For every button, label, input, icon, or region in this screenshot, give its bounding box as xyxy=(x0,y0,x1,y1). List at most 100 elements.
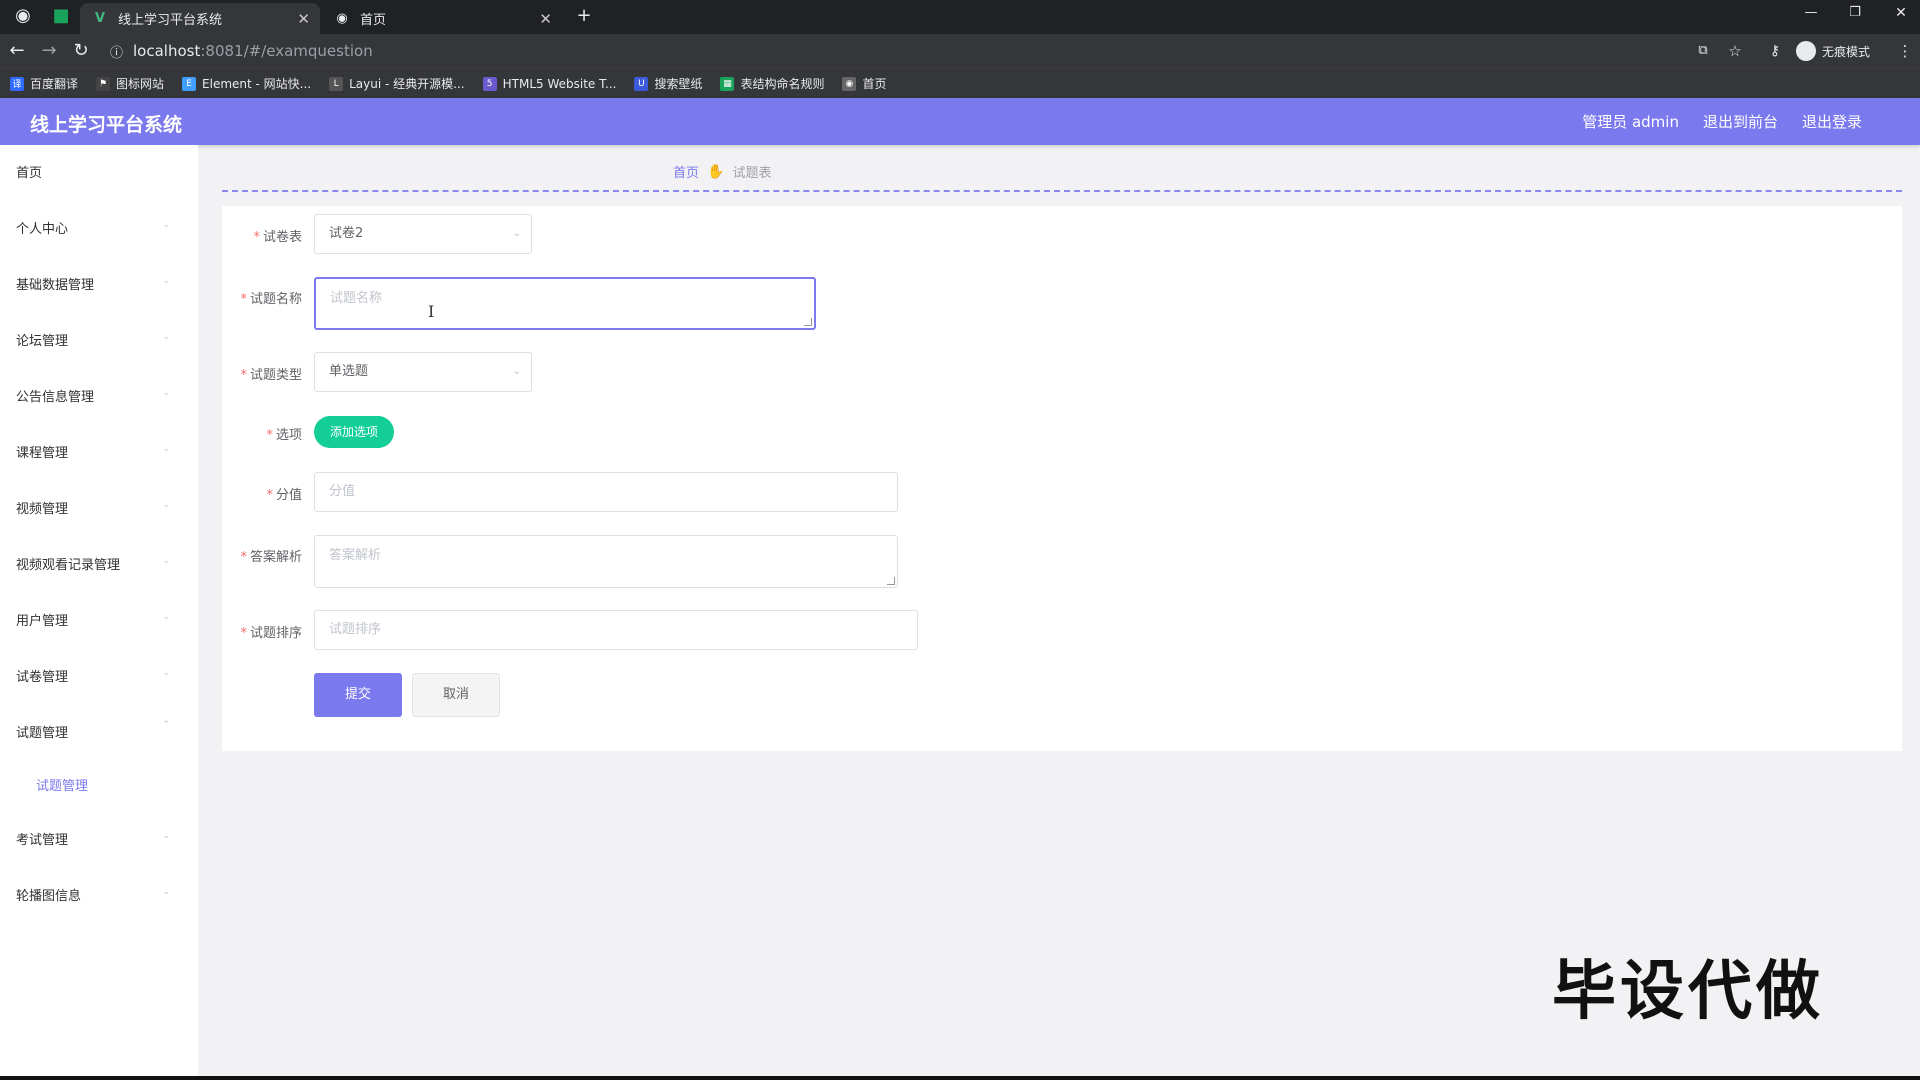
order-placeholder: 试题排序 xyxy=(329,622,382,637)
score-input[interactable]: 分值 xyxy=(314,472,898,512)
restore-icon[interactable]: ❐ xyxy=(1844,2,1866,24)
sidebar-item-paper[interactable]: 试卷管理 xyxy=(16,666,68,685)
sidebar-item-forum[interactable]: 论坛管理 xyxy=(16,330,68,349)
submit-button[interactable]: 提交 xyxy=(314,673,402,717)
tab-app-icon[interactable]: ■ xyxy=(50,5,72,27)
order-label: * 试题排序 xyxy=(240,626,302,641)
close-icon[interactable]: ✕ xyxy=(297,10,310,28)
bookmark-item[interactable]: ⚑ 图标网站 xyxy=(96,75,164,92)
tab-home[interactable]: ◉ 首页 ✕ xyxy=(322,3,562,34)
browser-tab-bar: ◉ ■ V 线上学习平台系统 ✕ ◉ 首页 ✕ + — ❐ ✕ xyxy=(0,0,1920,34)
bottom-edge xyxy=(0,1076,1920,1080)
bookmark-label: 图标网站 xyxy=(116,77,165,91)
bookmark-label: 表结构命名规则 xyxy=(740,77,825,91)
order-input[interactable]: 试题排序 xyxy=(314,610,918,650)
breadcrumb: 首页 ✋ 试题表 xyxy=(673,162,771,182)
resize-handle[interactable] xyxy=(887,577,895,585)
bookmark-label: 搜索壁纸 xyxy=(654,77,703,91)
chevron-down-icon: ⌄ xyxy=(162,276,170,286)
sidebar-item-home[interactable]: 首页 xyxy=(16,162,42,181)
bookmark-item[interactable]: U 搜索壁纸 xyxy=(634,75,702,92)
paper-select[interactable]: 试卷2 ⌄ xyxy=(314,214,532,254)
bookmark-label: Layui - 经典开源模... xyxy=(349,77,465,91)
translate-bookmark-icon: 译 xyxy=(10,76,24,91)
translate-icon[interactable]: ⧉ xyxy=(1692,40,1714,62)
paper-select-value: 试卷2 xyxy=(329,226,364,241)
layui-icon: L xyxy=(329,76,344,91)
bookmark-item[interactable]: L Layui - 经典开源模... xyxy=(329,75,465,92)
bookmark-item[interactable]: E Element - 网站快... xyxy=(182,75,311,92)
bookmark-item[interactable]: 5 HTML5 Website T... xyxy=(482,76,617,91)
sidebar: 首页 个人中心 ⌄ 基础数据管理 ⌄ 论坛管理 ⌄ 公告信息管理 ⌄ 课程管理 … xyxy=(0,145,198,1080)
chevron-down-icon: ⌄ xyxy=(162,556,170,566)
sidebar-item-notice[interactable]: 公告信息管理 xyxy=(16,386,94,405)
element-icon: E xyxy=(182,76,197,91)
question-type-label: * 试题类型 xyxy=(240,368,302,383)
key-icon[interactable]: ⚷ xyxy=(1764,40,1786,62)
browser-menu-icon[interactable]: ◉ xyxy=(12,5,34,27)
new-tab-button[interactable]: + xyxy=(573,5,595,27)
globe-icon: ◉ xyxy=(842,76,857,91)
paper-label: * 试卷表 xyxy=(253,230,302,245)
sidebar-item-question[interactable]: 试题管理 xyxy=(16,722,68,741)
add-option-button[interactable]: 添加选项 xyxy=(314,416,395,448)
breadcrumb-home[interactable]: 首页 xyxy=(673,162,699,181)
analysis-label: * 答案解析 xyxy=(240,550,302,565)
address-bar[interactable]: ⓘ localhost:8081/#/examquestion xyxy=(110,38,1690,64)
question-type-select[interactable]: 单选题 ⌄ xyxy=(314,352,532,392)
incognito-label: 无痕模式 xyxy=(1822,44,1871,59)
close-icon[interactable]: ✕ xyxy=(539,10,552,28)
sidebar-item-video[interactable]: 视频管理 xyxy=(16,498,68,517)
bookmark-item[interactable]: ◉ 首页 xyxy=(842,75,887,92)
bookmark-label: Element - 网站快... xyxy=(202,77,312,91)
bookmarks-bar: 译百度翻译 ⚑ 图标网站 E Element - 网站快... L Layui - 经… xyxy=(0,68,1920,98)
chevron-down-icon: ⌄ xyxy=(512,228,521,239)
logout-link[interactable]: 退出登录 xyxy=(1802,111,1862,132)
divider xyxy=(222,190,1902,192)
sidebar-item-profile[interactable]: 个人中心 xyxy=(16,218,68,237)
sidebar-item-exam[interactable]: 考试管理 xyxy=(16,829,68,848)
bookmark-label: 百度翻译 xyxy=(30,77,79,91)
bookmark-item[interactable]: ▦ 表结构命名规则 xyxy=(720,75,824,92)
cancel-button[interactable]: 取消 xyxy=(412,673,500,717)
question-name-label: * 试题名称 xyxy=(240,292,302,307)
reload-icon[interactable]: ↻ xyxy=(70,40,92,62)
bookmark-item[interactable]: 译百度翻译 xyxy=(10,75,78,92)
chevron-down-icon: ⌄ xyxy=(162,500,170,510)
vue-icon: V xyxy=(94,11,106,26)
sidebar-item-user[interactable]: 用户管理 xyxy=(16,610,68,629)
bookmark-label: HTML5 Website T... xyxy=(502,76,617,91)
chevron-down-icon: ⌄ xyxy=(162,612,170,622)
sidebar-subitem-question[interactable]: 试题管理 xyxy=(36,775,88,794)
chevron-down-icon: ⌄ xyxy=(162,831,170,841)
hand-icon: ✋ xyxy=(707,163,725,180)
incognito-indicator[interactable]: 无痕模式 xyxy=(1796,41,1870,61)
sidebar-item-basic-data[interactable]: 基础数据管理 xyxy=(16,274,94,293)
to-front-link[interactable]: 退出到前台 xyxy=(1703,111,1778,132)
analysis-input[interactable]: 答案解析 xyxy=(314,535,898,588)
wallpaper-icon: U xyxy=(634,76,649,91)
info-icon: ⓘ xyxy=(110,45,124,61)
resize-handle[interactable] xyxy=(804,318,812,326)
question-form: * 试卷表 试卷2 ⌄ * 试题名称 试题名称 I * 试题类型 单选题 ⌄ * 选项 … xyxy=(222,206,1902,751)
forward-icon[interactable]: → xyxy=(38,40,60,62)
question-type-value: 单选题 xyxy=(329,364,369,379)
close-window-icon[interactable]: ✕ xyxy=(1890,2,1912,24)
url-host: localhost xyxy=(133,42,201,60)
sidebar-item-carousel[interactable]: 轮播图信息 xyxy=(16,885,81,904)
score-label: * 分值 xyxy=(266,488,302,503)
chevron-down-icon: ⌄ xyxy=(162,887,170,897)
question-name-input[interactable]: 试题名称 xyxy=(314,277,816,330)
more-menu-icon[interactable]: ⋮ xyxy=(1894,40,1916,62)
back-icon[interactable]: ← xyxy=(6,40,28,62)
star-icon[interactable]: ☆ xyxy=(1724,40,1746,62)
sidebar-item-course[interactable]: 课程管理 xyxy=(16,442,68,461)
admin-label: 管理员 admin xyxy=(1582,113,1679,131)
text-cursor-icon: I xyxy=(428,302,435,321)
sidebar-item-video-record[interactable]: 视频观看记录管理 xyxy=(16,554,120,573)
browser-toolbar: ← → ↻ ⓘ localhost:8081/#/examquestion ⧉ … xyxy=(0,34,1920,68)
flag-icon: ⚑ xyxy=(96,76,111,91)
bookmark-label: 首页 xyxy=(862,77,887,91)
minimize-icon[interactable]: — xyxy=(1800,2,1822,24)
tab-active[interactable]: V 线上学习平台系统 ✕ xyxy=(80,3,320,34)
